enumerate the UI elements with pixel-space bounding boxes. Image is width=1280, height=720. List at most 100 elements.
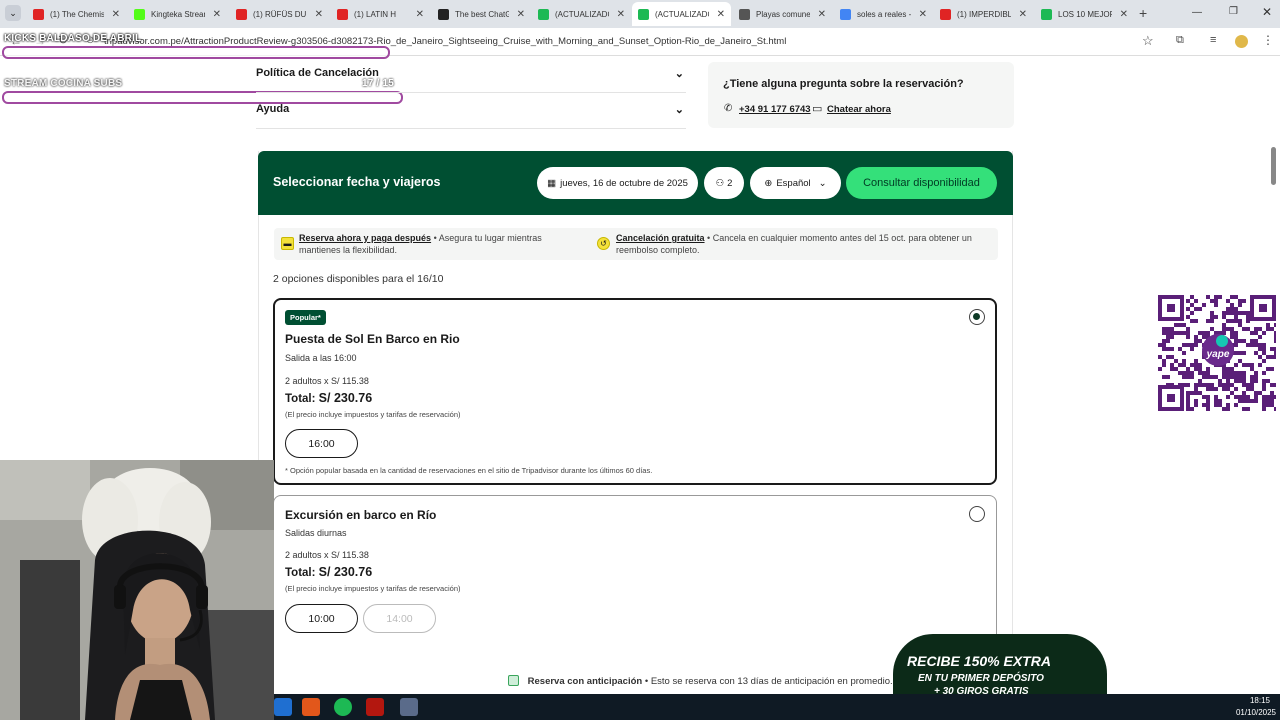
tab-close-icon[interactable]: ✕ xyxy=(818,9,826,20)
tab-favicon-icon xyxy=(33,8,44,20)
promo-line-1: RECIBE 150% EXTRA xyxy=(907,653,1051,669)
browser-tab[interactable]: soles a reales - ✕ xyxy=(834,2,933,26)
stream-label: STREAM COCINA SUBS xyxy=(4,78,123,89)
taskbar-date: 01/10/2025 xyxy=(1235,708,1276,717)
taskbar-time: 18:15 xyxy=(1249,696,1270,705)
globe-icon: ⊕ xyxy=(764,177,773,189)
game-app-icon[interactable] xyxy=(366,698,384,716)
browser-tab[interactable]: Playas comunes ✕ xyxy=(733,2,832,26)
tab-favicon-icon xyxy=(337,8,348,20)
browser-tab[interactable]: (1) The Chemis ✕ xyxy=(27,2,126,26)
bookmark-star-icon[interactable]: ☆ xyxy=(1142,33,1154,49)
browser-tab[interactable]: The best ChatG ✕ xyxy=(432,2,531,26)
phone-link[interactable]: +34 91 177 6743 xyxy=(739,104,811,115)
total-value: S/ 230.76 xyxy=(318,391,373,405)
tab-close-icon[interactable]: ✕ xyxy=(617,9,625,20)
travelers-button[interactable]: ⚇ 2 xyxy=(704,167,744,199)
edge-icon[interactable] xyxy=(274,698,292,716)
date-picker-button[interactable]: ▦ jueves, 16 de octubre de 2025 xyxy=(537,167,698,199)
close-window-icon[interactable]: ✕ xyxy=(1262,5,1272,19)
cancel-policy-label: Política de Cancelación xyxy=(256,67,379,79)
streaming-app-icon[interactable] xyxy=(302,698,320,716)
tab-close-icon[interactable]: ✕ xyxy=(717,9,725,20)
reserve-later-link[interactable]: Reserva ahora y paga después xyxy=(299,233,431,243)
option-total: Total: S/ 230.76 xyxy=(285,565,372,579)
calendar-icon: ▦ xyxy=(547,177,557,189)
browser-tab[interactable]: (1) IMPERDIBL ✕ xyxy=(934,2,1033,26)
language-select[interactable]: ⊕ Español ⌄ xyxy=(750,167,841,199)
calculator-icon[interactable] xyxy=(400,698,418,716)
page-scrollbar[interactable] xyxy=(1271,147,1276,185)
tab-close-icon[interactable]: ✕ xyxy=(919,9,927,20)
cancel-policy-row[interactable]: Política de Cancelación ⌄ xyxy=(256,67,686,93)
profile-avatar[interactable] xyxy=(1235,35,1248,48)
kicks-progress-bar xyxy=(2,46,390,59)
time-slot-button[interactable]: 16:00 xyxy=(285,429,358,458)
tab-favicon-icon xyxy=(1041,8,1052,20)
option-price-line: 2 adultos x S/ 115.38 xyxy=(285,376,369,386)
tab-close-icon[interactable]: ✕ xyxy=(1120,9,1128,20)
tab-label: (1) RÜFÜS DU xyxy=(253,9,307,19)
date-picker-label: jueves, 16 de octubre de 2025 xyxy=(560,177,688,189)
tab-label: The best ChatG xyxy=(455,9,509,19)
tab-close-icon[interactable]: ✕ xyxy=(1019,9,1027,20)
chevron-down-icon: ⌄ xyxy=(674,104,684,116)
spotify-icon[interactable] xyxy=(334,698,352,716)
option-radio-selected[interactable] xyxy=(969,309,985,325)
tab-search-button[interactable]: ⌄ xyxy=(5,5,21,21)
option-radio[interactable] xyxy=(969,506,985,522)
help-row[interactable]: Ayuda ⌄ xyxy=(256,103,686,129)
minimize-icon[interactable]: — xyxy=(1192,7,1202,18)
tab-bar: ⌄ (1) The Chemis ✕ Kingteka Stream ✕ (1) RÜF… xyxy=(0,0,1280,28)
free-cancel-link[interactable]: Cancelación gratuita xyxy=(616,233,705,243)
new-tab-button[interactable]: + xyxy=(1139,5,1147,21)
tab-label: (ACTUALIZADO xyxy=(555,9,609,19)
extensions-icon[interactable]: ⧉ xyxy=(1176,34,1184,47)
tax-note: (El precio incluye impuestos y tarifas d… xyxy=(285,584,461,593)
check-availability-button[interactable]: Consultar disponibilidad xyxy=(846,167,997,199)
tab-favicon-icon xyxy=(134,8,145,20)
booking-info-bar: ▬ Reserva ahora y paga después • Asegura… xyxy=(274,228,998,260)
option-title: Puesta de Sol En Barco en Rio xyxy=(285,332,460,346)
browser-tab[interactable]: (1) LATIN H ✕ xyxy=(331,2,430,26)
tab-close-icon[interactable]: ✕ xyxy=(213,9,221,20)
option-departure: Salidas diurnas xyxy=(285,528,347,538)
popular-footnote: * Opción popular basada en la cantidad d… xyxy=(285,466,653,475)
tab-label: (1) IMPERDIBL xyxy=(957,9,1011,19)
chevron-down-icon: ⌄ xyxy=(818,177,827,189)
tab-favicon-icon xyxy=(438,8,449,20)
tab-close-icon[interactable]: ✕ xyxy=(517,9,525,20)
browser-tab[interactable]: (ACTUALIZADO ✕ xyxy=(532,2,631,26)
chat-icon: ▭ xyxy=(812,103,823,115)
browser-tab[interactable]: LOS 10 MEJOR ✕ xyxy=(1035,2,1134,26)
travelers-count: 2 xyxy=(727,177,733,189)
tab-close-icon[interactable]: ✕ xyxy=(315,9,323,20)
media-controls-icon[interactable]: ≡ xyxy=(1210,34,1216,46)
browser-tab[interactable]: (ACTUALIZADO ✕ xyxy=(632,2,731,26)
option-card-daytime[interactable]: Excursión en barco en Río Salidas diurna… xyxy=(273,495,997,655)
browser-tab[interactable]: Kingteka Stream ✕ xyxy=(128,2,227,26)
browser-menu-icon[interactable]: ⋮ xyxy=(1262,33,1274,47)
tab-label: soles a reales - xyxy=(857,9,911,19)
tab-favicon-icon xyxy=(940,8,951,20)
people-icon: ⚇ xyxy=(715,177,725,189)
chevron-down-icon: ⌄ xyxy=(674,68,684,80)
tab-close-icon[interactable]: ✕ xyxy=(112,9,120,20)
option-card-sunset[interactable]: Popular* Puesta de Sol En Barco en Rio S… xyxy=(273,298,997,485)
tab-favicon-icon xyxy=(638,8,649,20)
options-count: 2 opciones disponibles para el 16/10 xyxy=(273,273,444,285)
chat-link[interactable]: Chatear ahora xyxy=(827,104,891,115)
tab-favicon-icon xyxy=(538,8,549,20)
restore-icon[interactable]: ❐ xyxy=(1229,6,1238,17)
card-icon: ▬ xyxy=(281,237,294,250)
option-title: Excursión en barco en Río xyxy=(285,508,437,522)
tab-label: (1) LATIN H xyxy=(354,9,397,19)
browser-tab[interactable]: (1) RÜFÜS DU ✕ xyxy=(230,2,329,26)
tab-close-icon[interactable]: ✕ xyxy=(416,9,424,20)
advance-booking-note: Reserva con anticipación • Esto se reser… xyxy=(508,675,893,687)
tab-label: Playas comunes xyxy=(756,9,810,19)
tax-note: (El precio incluye impuestos y tarifas d… xyxy=(285,410,461,419)
time-slot-button[interactable]: 10:00 xyxy=(285,604,358,633)
taskbar: 18:15 01/10/2025 xyxy=(274,694,1280,720)
total-label: Total: xyxy=(285,393,316,405)
